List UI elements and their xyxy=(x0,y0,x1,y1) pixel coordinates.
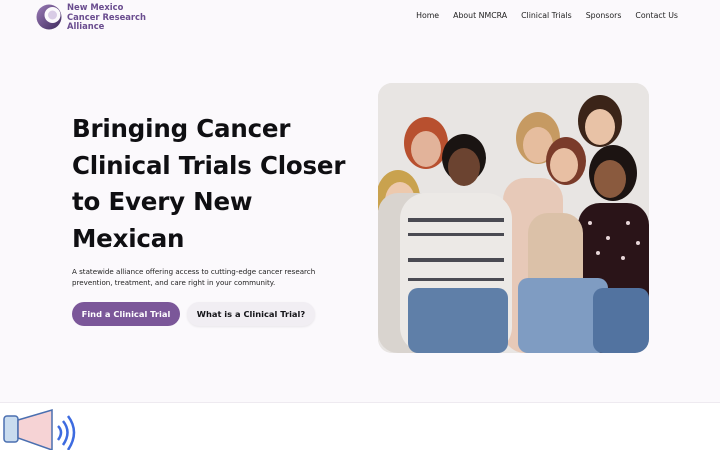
nav-sponsors[interactable]: Sponsors xyxy=(586,11,622,20)
site-logo[interactable]: New Mexico Cancer Research Alliance xyxy=(35,2,146,32)
nav-clinical-trials[interactable]: Clinical Trials xyxy=(521,11,572,20)
next-section xyxy=(0,403,720,450)
what-is-clinical-trial-button[interactable]: What is a Clinical Trial? xyxy=(187,302,315,326)
hero-subtitle: A statewide alliance offering access to … xyxy=(72,267,316,287)
group-of-women-illustration xyxy=(378,83,649,353)
brand-name: New Mexico Cancer Research Alliance xyxy=(67,2,146,32)
find-clinical-trial-button[interactable]: Find a Clinical Trial xyxy=(72,302,180,326)
nav-contact[interactable]: Contact Us xyxy=(635,11,678,20)
crescent-logo-icon xyxy=(36,4,62,30)
hero-photo xyxy=(378,83,649,353)
nav-about[interactable]: About NMCRA xyxy=(453,11,507,20)
main-nav: Home About NMCRA Clinical Trials Sponsor… xyxy=(402,11,678,20)
hero-title: Bringing Cancer Clinical Trials Closer t… xyxy=(72,114,346,253)
megaphone-icon xyxy=(3,408,76,450)
brand-line-3: Alliance xyxy=(67,21,105,31)
site-header: New Mexico Cancer Research Alliance Home… xyxy=(0,0,720,36)
nav-home[interactable]: Home xyxy=(416,11,439,20)
